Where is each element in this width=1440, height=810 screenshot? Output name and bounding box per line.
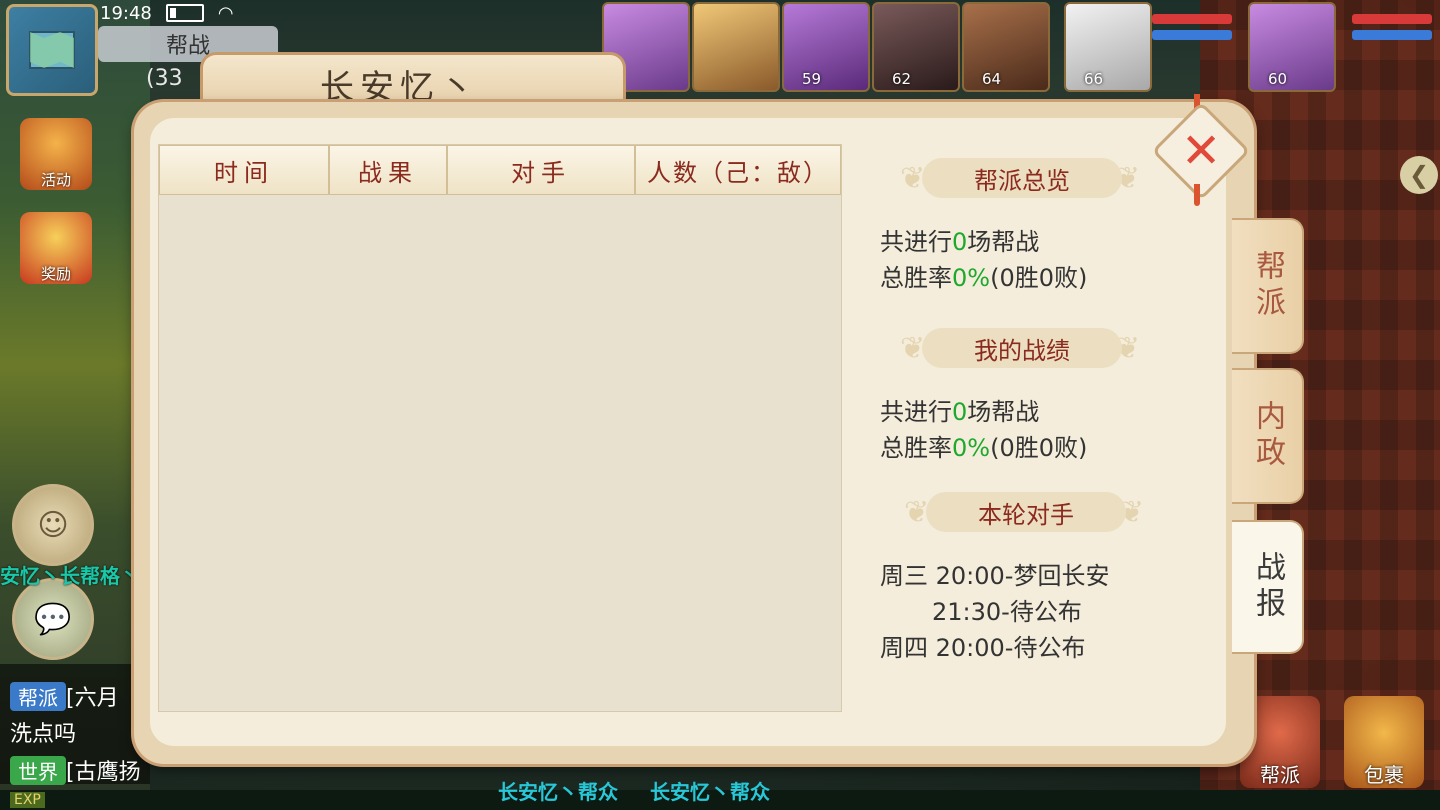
- my-win-rate: 总胜率0%(0胜0败): [880, 434, 1088, 462]
- world-name-label: 安忆丶长帮格丶: [0, 564, 140, 588]
- world-channel-tag: 世界: [10, 756, 66, 785]
- overview-total-battles: 共进行0场帮战: [880, 228, 1040, 256]
- exp-label: EXP: [10, 792, 45, 808]
- player-portrait[interactable]: 60: [1248, 2, 1336, 92]
- opponent-title: 本轮对手: [926, 492, 1126, 532]
- column-header-headcount: 人数（己：敌）: [635, 145, 841, 195]
- battle-record-table[interactable]: 时间 战果 对手 人数（己：敌）: [158, 144, 842, 712]
- tab-guild[interactable]: 帮派: [1232, 218, 1304, 354]
- opponent-schedule-line: 周四 20:00-待公布: [880, 634, 1086, 662]
- overview-win-rate: 总胜率0%(0胜0败): [880, 264, 1088, 292]
- reward-button[interactable]: 奖励: [20, 212, 92, 284]
- party-portrait[interactable]: 62: [872, 2, 960, 92]
- my-record-title: 我的战绩: [922, 328, 1122, 368]
- world-map-button[interactable]: [6, 4, 98, 96]
- party-portrait[interactable]: 59: [782, 2, 870, 92]
- party-portrait[interactable]: [692, 2, 780, 92]
- pet-portrait[interactable]: 66: [1064, 2, 1152, 92]
- chat-bubble-icon: 💬: [34, 601, 72, 637]
- guild-channel-tag: 帮派: [10, 682, 66, 711]
- pet-icon: ☺: [37, 507, 69, 543]
- location-coords: (33: [146, 66, 183, 91]
- reward-label: 奖励: [40, 265, 71, 283]
- pet-avatar-button[interactable]: ☺: [12, 484, 94, 566]
- chat-row: 帮派 [六月: [10, 680, 150, 712]
- bag-button[interactable]: 包裹: [1344, 696, 1424, 788]
- map-icon: [29, 31, 75, 69]
- table-header-row: 时间 战果 对手 人数（己：敌）: [159, 145, 841, 197]
- wifi-icon: ◠: [217, 2, 234, 24]
- player-mp-bar: [1352, 30, 1432, 40]
- chat-box[interactable]: 帮派 [六月 洗点吗 世界 [古鹰扬: [0, 664, 150, 786]
- name-label: 长安忆丶帮众: [498, 780, 618, 804]
- clock: 19:48: [100, 2, 152, 24]
- close-icon: ✕: [1180, 123, 1222, 179]
- my-total-battles: 共进行0场帮战: [880, 398, 1040, 426]
- opponent-schedule-line: 周三 20:00-梦回长安: [880, 562, 1110, 590]
- name-label: 长安忆丶帮众: [650, 780, 770, 804]
- overview-title: 帮派总览: [922, 158, 1122, 198]
- column-header-result: 战果: [329, 145, 447, 195]
- chat-row: 洗点吗: [10, 722, 77, 747]
- pet-hp-bar: [1152, 14, 1232, 24]
- player-hp-bar: [1352, 14, 1432, 24]
- opponent-schedule-line: 21:30-待公布: [932, 598, 1082, 626]
- battery-icon: [165, 4, 204, 22]
- column-header-opponent: 对手: [447, 145, 635, 195]
- chat-row: 世界 [古鹰扬: [10, 754, 150, 786]
- activity-button[interactable]: 活动: [20, 118, 92, 190]
- party-portrait[interactable]: 64: [962, 2, 1050, 92]
- chat-toggle-button[interactable]: 💬: [12, 578, 94, 660]
- tab-internal-affairs[interactable]: 内政: [1232, 368, 1304, 504]
- device-status-bar: 19:48 ◠: [100, 2, 280, 24]
- close-button-tassel: [1194, 184, 1200, 206]
- expand-arrow-icon[interactable]: ❮: [1400, 156, 1438, 194]
- activity-label: 活动: [40, 171, 71, 189]
- column-header-time: 时间: [159, 145, 329, 195]
- tab-battle-report[interactable]: 战报: [1232, 520, 1304, 654]
- pet-mp-bar: [1152, 30, 1232, 40]
